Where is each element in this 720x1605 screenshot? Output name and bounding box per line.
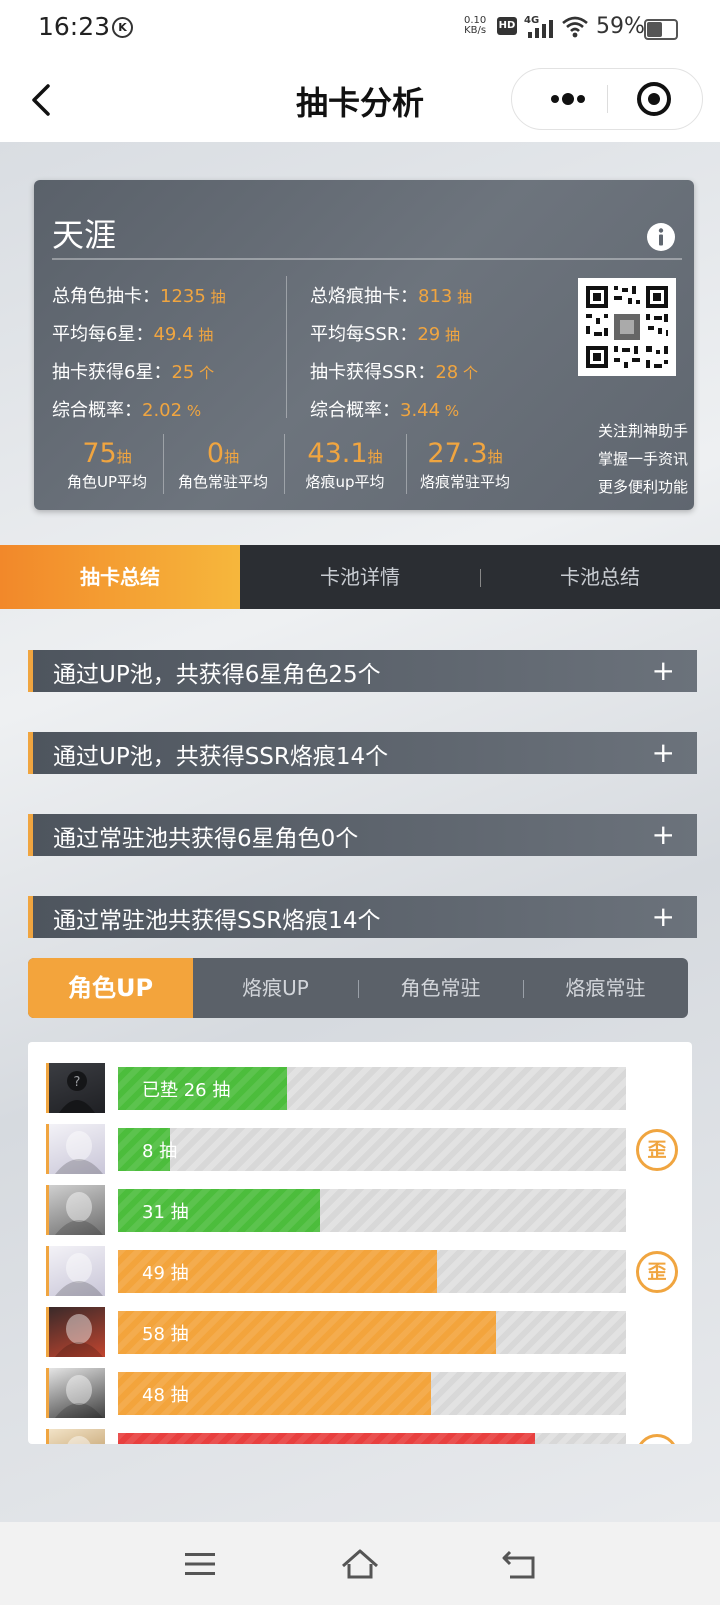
plus-icon: + xyxy=(651,736,675,769)
pull-bar-track: 已垫 26 抽 xyxy=(118,1067,626,1110)
accordion-standard-ssr[interactable]: 通过常驻池共获得SSR烙痕14个 + xyxy=(28,896,697,938)
system-nav-bar xyxy=(0,1522,720,1605)
character-avatar[interactable] xyxy=(46,1429,105,1444)
pull-record-row: 49 抽 歪 xyxy=(28,1246,692,1296)
avg-character-standard: 0抽 角色常驻平均 xyxy=(177,438,268,491)
hd-icon: HD xyxy=(497,17,517,35)
character-avatar[interactable] xyxy=(46,1307,105,1357)
tab-character-standard[interactable]: 角色常驻 xyxy=(358,958,523,1018)
pull-bar-track xyxy=(118,1433,626,1444)
accordion-up-6star[interactable]: 通过UP池，共获得6星角色25个 + xyxy=(28,650,697,692)
accordion-up-ssr[interactable]: 通过UP池，共获得SSR烙痕14个 + xyxy=(28,732,697,774)
tab-pool-summary[interactable]: 卡池总结 xyxy=(480,545,720,609)
pull-bar-track: 58 抽 xyxy=(118,1311,626,1354)
menu-icon[interactable] xyxy=(180,1544,220,1584)
battery-percent: 59% xyxy=(596,14,645,39)
pull-bar-track: 8 抽 xyxy=(118,1128,626,1171)
avg-imprint-standard: 27.3抽 烙痕常驻平均 xyxy=(419,438,510,491)
stat-avg-per-ssr: 平均每SSR：29 抽 xyxy=(310,324,461,345)
stat-imprint-rate: 综合概率：3.44 % xyxy=(310,400,460,421)
pull-record-row: 8 抽 歪 xyxy=(28,1124,692,1174)
plus-icon: + xyxy=(651,654,675,687)
tab-character-up[interactable]: 角色UP xyxy=(28,958,193,1018)
accordion-standard-6star[interactable]: 通过常驻池共获得6星角色0个 + xyxy=(28,814,697,856)
k-badge-icon: K xyxy=(112,17,133,38)
off-banner-badge: 歪 xyxy=(636,1251,678,1293)
avg-character-up: 75抽 角色UP平均 xyxy=(66,438,148,491)
pull-record-row: 31 抽 xyxy=(28,1185,692,1235)
svg-text:?: ? xyxy=(74,1075,81,1090)
promo-line-3: 更多便利功能 xyxy=(597,478,688,496)
app-header: 抽卡分析 xyxy=(0,56,720,142)
plus-icon: + xyxy=(651,900,675,933)
wifi-icon xyxy=(562,16,588,38)
pull-bar-track: 48 抽 xyxy=(118,1372,626,1415)
pull-record-row: ? 已垫 26 抽 xyxy=(28,1063,692,1113)
network-speed: 0.10 KB/s xyxy=(464,15,487,36)
info-icon[interactable] xyxy=(646,222,676,252)
signal-4g-icon: 4G xyxy=(524,15,553,38)
off-banner-badge: 歪 xyxy=(636,1129,678,1171)
tab-imprint-standard[interactable]: 烙痕常驻 xyxy=(523,958,688,1018)
pull-count-label: 8 抽 xyxy=(142,1141,178,1162)
mini-program-capsule xyxy=(511,68,703,130)
main-tab-bar: 抽卡总结 卡池详情 卡池总结 xyxy=(0,545,720,609)
plus-icon: + xyxy=(651,818,675,851)
promo-line-1: 关注荆神助手 xyxy=(597,422,688,440)
stat-avg-per-6star: 平均每6星：49.4 抽 xyxy=(52,324,214,345)
accordion-title: 通过UP池，共获得SSR烙痕14个 xyxy=(53,744,389,770)
pull-bar-track: 31 抽 xyxy=(118,1189,626,1232)
pull-history-list: ?已垫 26 抽8 抽歪31 抽49 抽歪58 抽48 抽歪 xyxy=(28,1042,692,1444)
status-time: 16:23 xyxy=(38,12,111,41)
main-content: 天涯 总角色抽卡：1235 抽 平均每6星：49.4 抽 抽卡获得6星：25 个… xyxy=(0,142,720,1522)
pull-count-label: 31 抽 xyxy=(142,1202,189,1223)
pull-count-label: 58 抽 xyxy=(142,1324,189,1345)
stat-total-imprint-pulls: 总烙痕抽卡：813 抽 xyxy=(310,286,473,307)
pool-type-tab-bar: 角色UP 烙痕UP 角色常驻 烙痕常驻 xyxy=(28,958,688,1018)
accordion-title: 通过常驻池共获得SSR烙痕14个 xyxy=(53,908,381,934)
character-avatar[interactable]: ? xyxy=(46,1063,105,1113)
avg-divider xyxy=(284,434,285,494)
card-divider xyxy=(52,258,682,260)
character-avatar[interactable] xyxy=(46,1368,105,1418)
accordion-title: 通过UP池，共获得6星角色25个 xyxy=(53,662,381,688)
status-bar: 16:23 K 0.10 KB/s HD 4G 59% xyxy=(0,0,720,56)
pull-bar-track: 49 抽 xyxy=(118,1250,626,1293)
stat-ssr-obtained: 抽卡获得SSR：28 个 xyxy=(310,362,479,383)
back-nav-icon[interactable] xyxy=(500,1544,540,1584)
pull-record-row: 58 抽 xyxy=(28,1307,692,1357)
player-name: 天涯 xyxy=(52,216,117,254)
capsule-divider xyxy=(607,85,608,113)
stats-divider xyxy=(286,276,287,418)
more-options-button[interactable] xyxy=(530,69,606,129)
avg-imprint-up: 43.1抽 烙痕up平均 xyxy=(305,438,385,491)
off-banner-badge: 歪 xyxy=(636,1434,678,1444)
character-avatar[interactable] xyxy=(46,1185,105,1235)
tab-summary[interactable]: 抽卡总结 xyxy=(0,545,240,609)
tab-imprint-up[interactable]: 烙痕UP xyxy=(193,958,358,1018)
pull-record-row: 歪 xyxy=(28,1429,692,1444)
accordion-title: 通过常驻池共获得6星角色0个 xyxy=(53,826,359,852)
promo-line-2: 掌握一手资讯 xyxy=(597,450,688,468)
profile-card: 天涯 总角色抽卡：1235 抽 平均每6星：49.4 抽 抽卡获得6星：25 个… xyxy=(34,180,694,510)
qr-code[interactable] xyxy=(578,278,676,376)
tab-pool-details[interactable]: 卡池详情 xyxy=(240,545,480,609)
pull-count-label: 48 抽 xyxy=(142,1385,189,1406)
pull-record-row: 48 抽 xyxy=(28,1368,692,1418)
stat-6star-obtained: 抽卡获得6星：25 个 xyxy=(52,362,215,383)
home-icon[interactable] xyxy=(340,1544,380,1584)
pull-count-label: 已垫 26 抽 xyxy=(142,1080,231,1101)
close-mini-program-button[interactable] xyxy=(622,69,692,129)
svg-text:4G: 4G xyxy=(524,15,539,26)
character-avatar[interactable] xyxy=(46,1124,105,1174)
pull-bar-fill xyxy=(118,1433,535,1444)
character-avatar[interactable] xyxy=(46,1246,105,1296)
stat-total-character-pulls: 总角色抽卡：1235 抽 xyxy=(52,286,226,307)
battery-icon xyxy=(644,19,678,40)
stat-character-rate: 综合概率：2.02 % xyxy=(52,400,202,421)
pull-count-label: 49 抽 xyxy=(142,1263,189,1284)
